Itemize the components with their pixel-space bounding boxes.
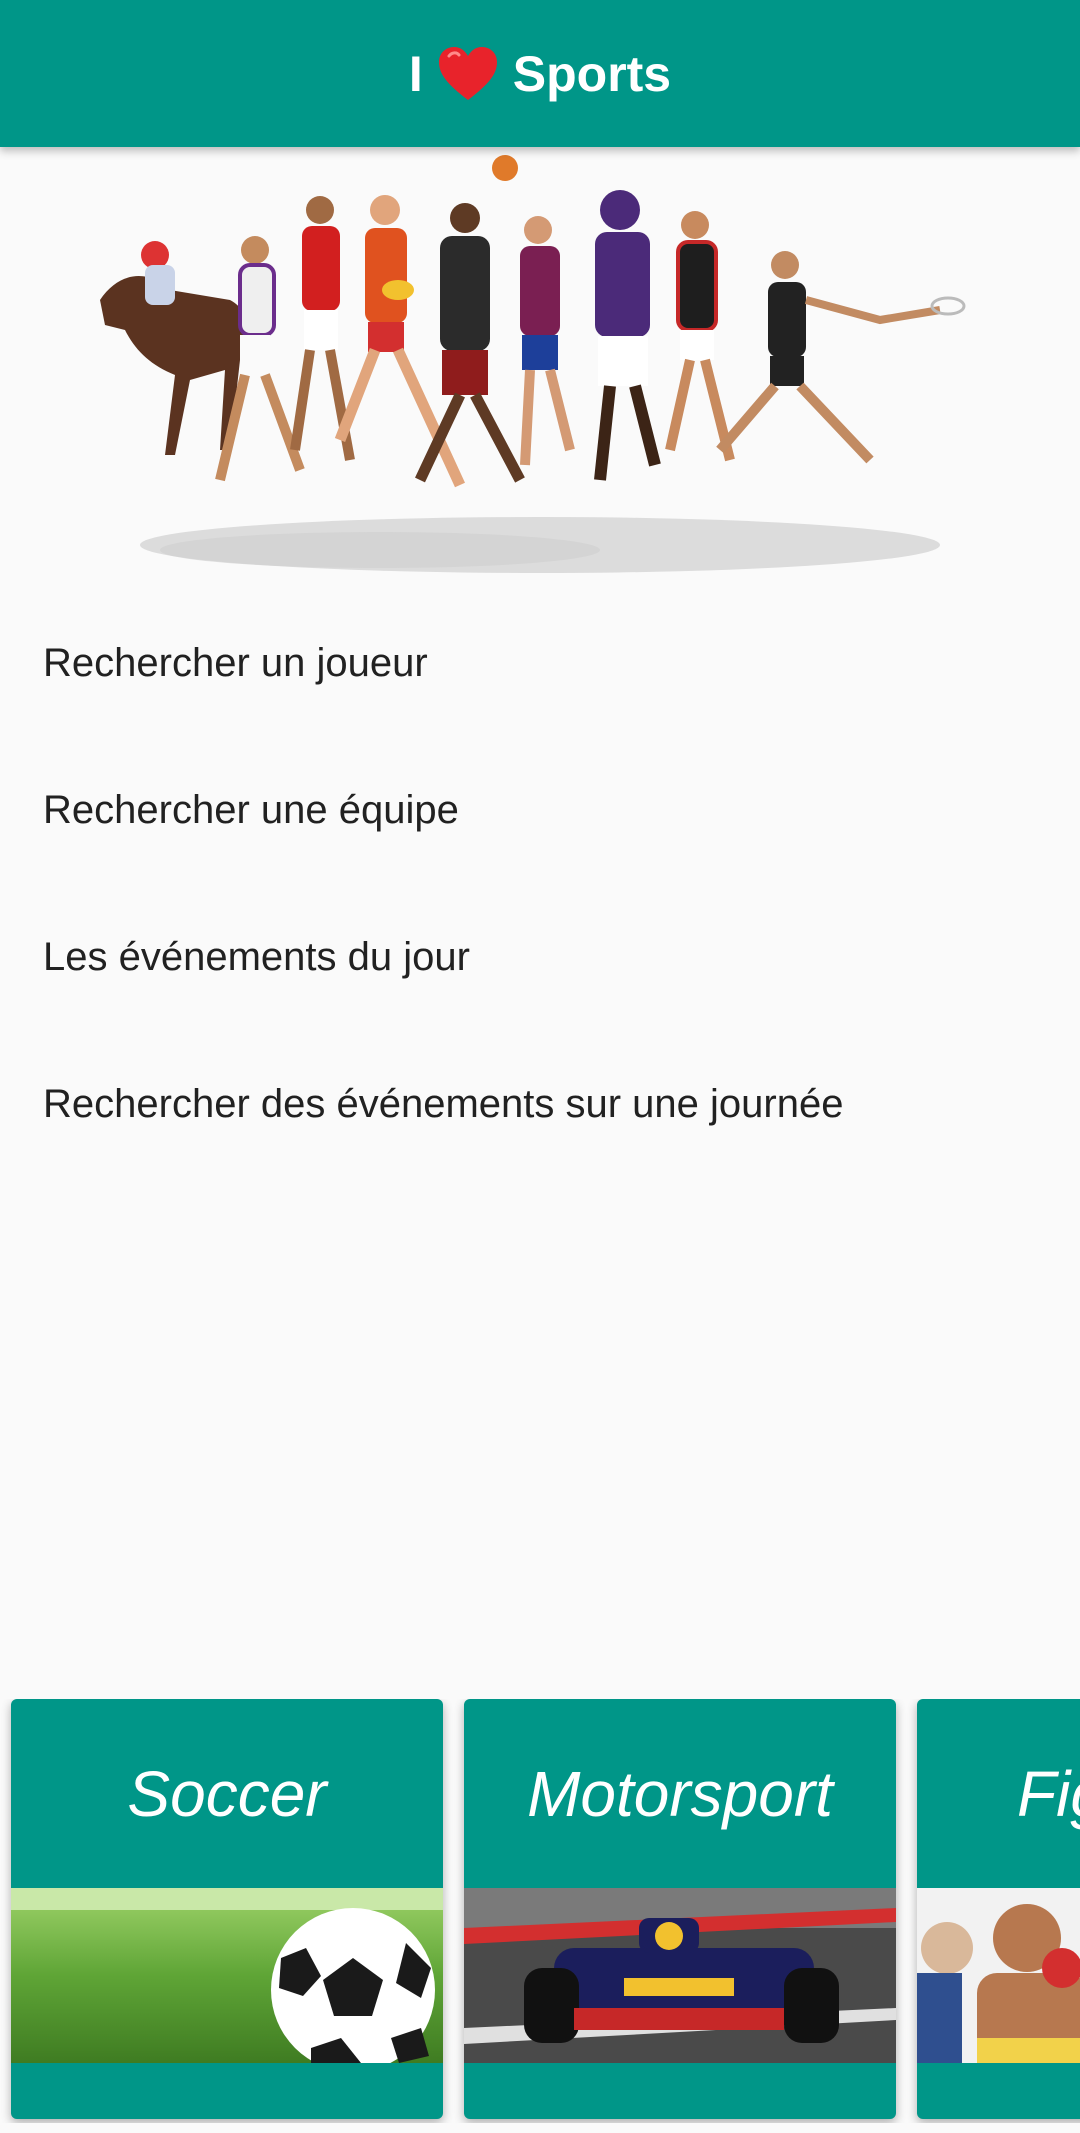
sport-card-title: Motorsport — [527, 1757, 833, 1830]
heart-icon — [437, 46, 499, 102]
boxing-image — [917, 1888, 1080, 2063]
menu-item-search-events-by-day[interactable]: Rechercher des événements sur une journé… — [0, 1031, 1080, 1178]
main-menu: Rechercher un joueur Rechercher une équi… — [0, 590, 1080, 1178]
title-suffix: Sports — [512, 45, 672, 102]
athletes-banner-image — [80, 150, 1000, 590]
sports-carousel[interactable]: Soccer Motorsport Fi — [0, 1699, 1080, 2123]
title-prefix: I — [408, 45, 423, 102]
sport-card-title: Fighting — [1017, 1757, 1080, 1830]
sport-card-title: Soccer — [127, 1757, 327, 1830]
formula-one-car-image — [464, 1888, 896, 2063]
sport-card-soccer[interactable]: Soccer — [11, 1699, 443, 2119]
sport-card-motorsport[interactable]: Motorsport — [464, 1699, 896, 2119]
app-toolbar: I Sports — [0, 0, 1080, 147]
menu-item-search-team[interactable]: Rechercher une équipe — [0, 737, 1080, 884]
menu-item-todays-events[interactable]: Les événements du jour — [0, 884, 1080, 1031]
soccer-ball-image — [11, 1888, 443, 2063]
app-root: I Sports Rechercher un joueur Rechercher… — [0, 0, 1080, 2133]
menu-item-search-player[interactable]: Rechercher un joueur — [0, 590, 1080, 737]
sport-card-fighting[interactable]: Fighting — [917, 1699, 1080, 2119]
app-title: I Sports — [409, 45, 671, 103]
